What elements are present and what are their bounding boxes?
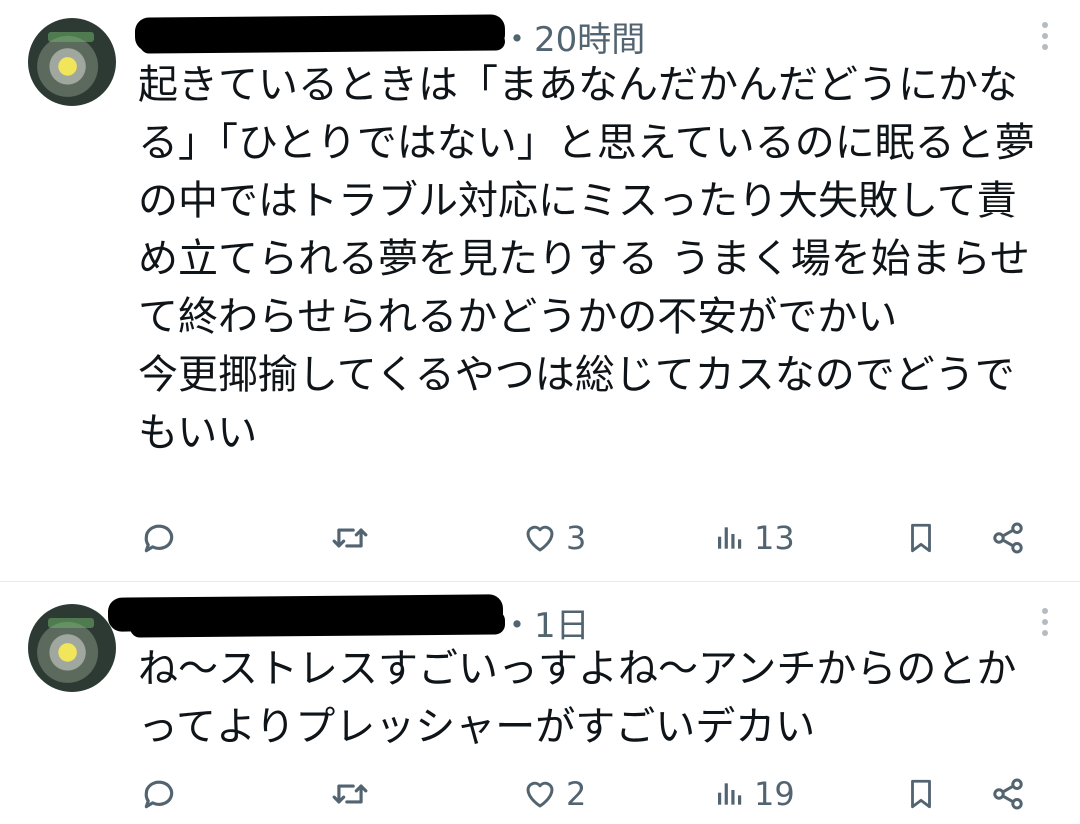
like-count: 2 — [566, 775, 587, 813]
heart-icon — [526, 525, 554, 552]
bookmark-button[interactable] — [904, 516, 938, 560]
more-icon[interactable] — [1042, 608, 1050, 636]
tweet[interactable]: ・1日 ね〜ストレスすごいっすよね〜アンチからのとかってよりプレッシャーがすごい… — [0, 582, 1080, 824]
tweet-timestamp[interactable]: ・20時間 — [500, 12, 645, 61]
share-icon — [993, 522, 1023, 554]
share-button[interactable] — [990, 772, 1026, 816]
reply-icon — [144, 780, 174, 809]
view-count: 13 — [754, 519, 795, 557]
share-button[interactable] — [990, 516, 1026, 560]
avatar[interactable] — [28, 604, 116, 692]
views-button[interactable]: 19 — [714, 772, 795, 816]
tweet[interactable]: ・20時間 起きているときは「まあなんだかんだどうにかなる」「ひとりではない」と… — [0, 0, 1080, 581]
views-button[interactable]: 13 — [714, 516, 795, 560]
redacted-author-name — [129, 610, 506, 638]
tweet-text: ね〜ストレスすごいっすよね〜アンチからのとかってよりプレッシャーがすごいデカい — [138, 646, 1017, 750]
bookmark-icon — [911, 779, 931, 809]
avatar[interactable] — [28, 18, 116, 106]
bookmark-button[interactable] — [904, 772, 938, 816]
reply-icon — [144, 524, 174, 553]
tweet-actions: 2 19 — [0, 772, 1080, 816]
tweet-text: 起きているときは「まあなんだかんだどうにかなる」「ひとりではない」と思えているの… — [138, 62, 1035, 456]
views-icon — [718, 783, 742, 805]
bookmark-icon — [911, 523, 931, 553]
redacted-author-name — [139, 32, 506, 54]
view-count: 19 — [754, 775, 795, 813]
like-count: 3 — [566, 519, 587, 557]
heart-icon — [526, 781, 554, 808]
tweet-actions: 3 13 — [0, 516, 1080, 560]
retweet-button[interactable] — [330, 516, 370, 560]
share-icon — [993, 778, 1023, 810]
views-icon — [718, 527, 742, 549]
reply-button[interactable] — [140, 516, 178, 560]
retweet-icon — [332, 528, 368, 548]
like-button[interactable]: 3 — [522, 516, 586, 560]
retweet-button[interactable] — [330, 772, 370, 816]
like-button[interactable]: 2 — [522, 772, 586, 816]
reply-button[interactable] — [140, 772, 178, 816]
retweet-icon — [332, 784, 368, 804]
more-icon[interactable] — [1042, 22, 1050, 50]
